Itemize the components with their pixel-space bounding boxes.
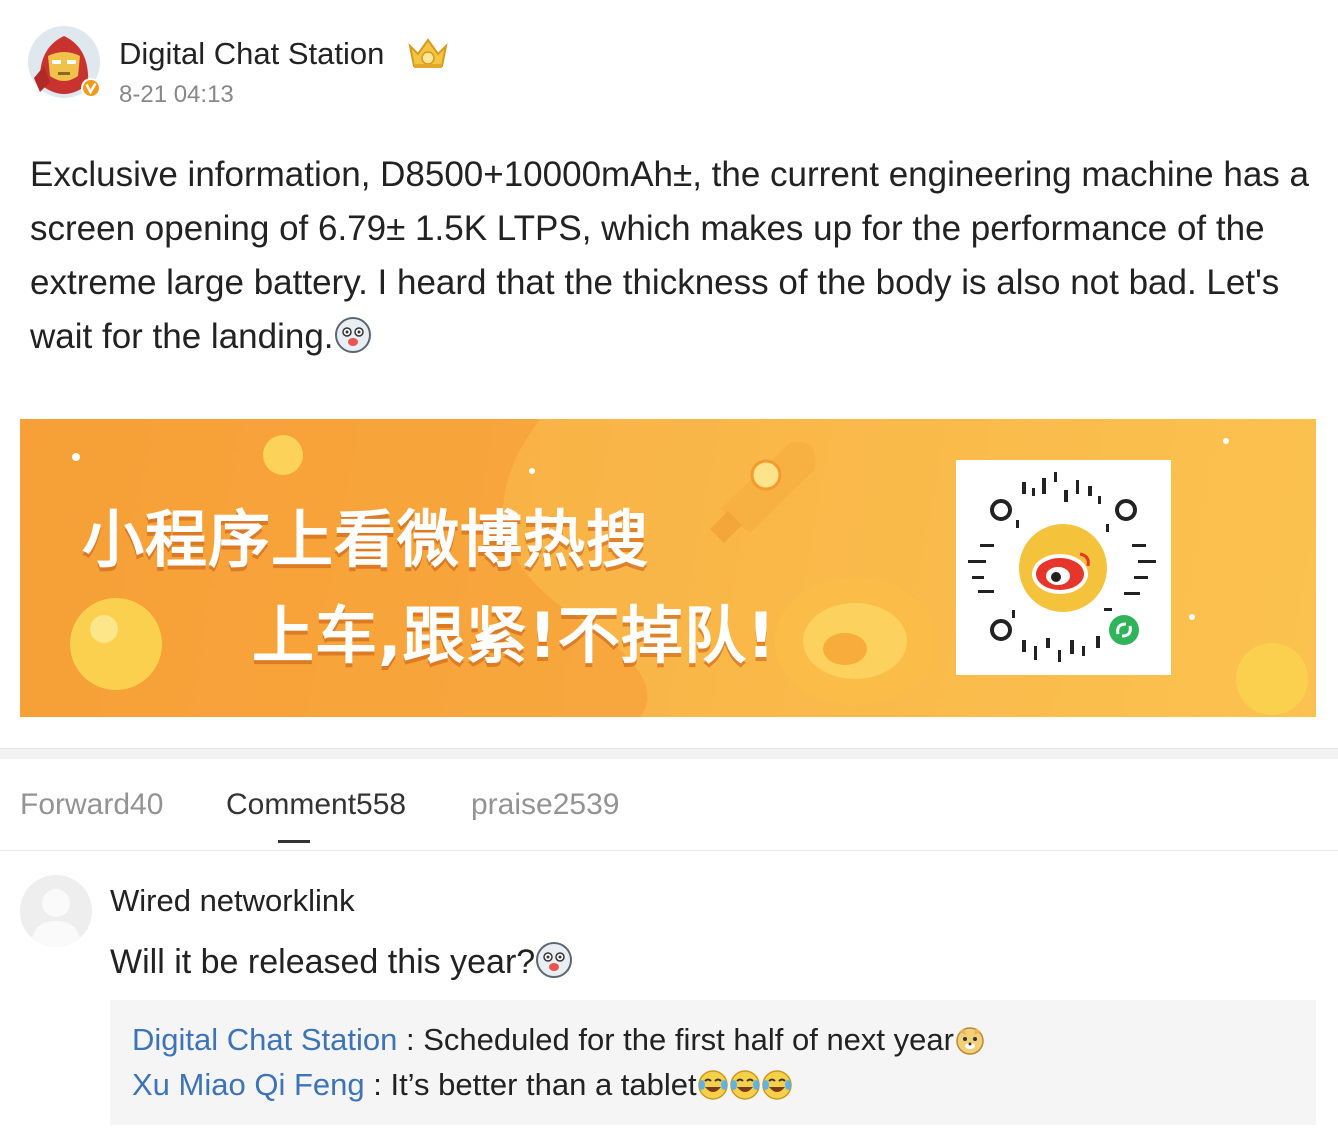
- husky-emoji-icon: [334, 316, 372, 370]
- reply-separator: :: [364, 1067, 391, 1102]
- author-avatar[interactable]: [28, 26, 101, 98]
- reply-author[interactable]: Digital Chat Station: [132, 1022, 397, 1057]
- active-tab-indicator: [278, 840, 310, 843]
- post-text: Exclusive information, D8500+10000mAh±, …: [30, 148, 1320, 370]
- post-time: 8-21 04:13: [119, 81, 234, 108]
- laugh-cry-emoji-icon: [697, 1069, 793, 1109]
- reply-author[interactable]: Xu Miao Qi Feng: [132, 1067, 365, 1102]
- reply-item: Xu Miao Qi Feng : It’s better than a tab…: [132, 1067, 793, 1109]
- reply-item: Digital Chat Station : Scheduled for the…: [132, 1022, 986, 1064]
- comment-item: Wired networklink Will it be released th…: [0, 851, 1338, 1148]
- author-name[interactable]: Digital Chat Station: [119, 36, 384, 72]
- husky-emoji-icon: [535, 941, 573, 988]
- comment-text-content: Will it be released this year?: [110, 943, 536, 981]
- banner-headline: 小程序上看微博热搜: [82, 503, 650, 576]
- tab-comment[interactable]: Comment558: [226, 788, 406, 822]
- tab-praise[interactable]: praise2539: [471, 788, 619, 822]
- reply-text: Scheduled for the first half of next yea…: [423, 1022, 954, 1057]
- mini-program-banner[interactable]: 小程序上看微博热搜 上车,跟紧!不掉队!: [20, 419, 1316, 717]
- post-stats-tabs: Forward40 Comment558 praise2539: [0, 758, 1338, 851]
- crown-level-icon[interactable]: [406, 36, 450, 75]
- reply-text: It’s better than a tablet: [390, 1067, 697, 1102]
- tab-forward[interactable]: Forward40: [20, 788, 163, 822]
- default-avatar-icon[interactable]: [20, 875, 92, 947]
- comment-text: Will it be released this year?: [110, 941, 573, 988]
- post-header: Digital Chat Station 8-21 04:13: [28, 26, 628, 108]
- reply-list: Digital Chat Station : Scheduled for the…: [110, 1000, 1316, 1125]
- reply-separator: :: [397, 1022, 424, 1057]
- post-text-content: Exclusive information, D8500+10000mAh±, …: [30, 155, 1309, 356]
- doge-emoji-icon: [954, 1024, 986, 1064]
- banner-subheadline: 上车,跟紧!不掉队!: [252, 599, 777, 672]
- comment-username[interactable]: Wired networklink: [110, 883, 355, 919]
- iron-man-avatar-icon: [28, 26, 101, 98]
- weibo-mini-program-qr-icon[interactable]: [956, 460, 1171, 675]
